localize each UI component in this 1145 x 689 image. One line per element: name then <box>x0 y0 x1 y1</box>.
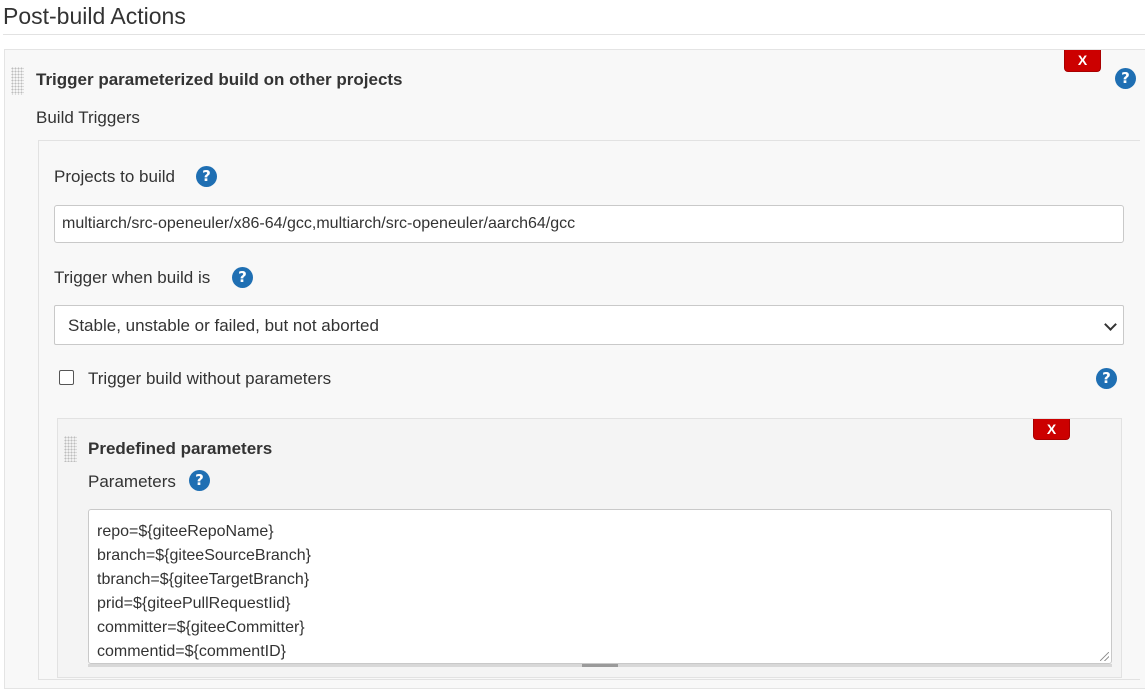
parameter-line: branch=${giteeSourceBranch} <box>97 547 311 564</box>
drag-handle-icon[interactable] <box>64 436 77 462</box>
parameter-line: committer=${giteeCommitter} <box>97 619 305 636</box>
build-triggers-heading: Build Triggers <box>36 108 140 127</box>
parameter-line: prid=${giteePullRequestIid} <box>97 595 291 612</box>
parameter-line: commentid=${commentID} <box>97 643 286 660</box>
trigger-block-help-icon[interactable]: ? <box>1115 68 1136 89</box>
trigger-without-parameters-checkbox[interactable] <box>59 370 74 385</box>
trigger-when-select[interactable]: Stable, unstable or failed, but not abor… <box>54 305 1124 345</box>
trigger-when-label: Trigger when build is <box>54 268 211 287</box>
drag-handle-icon[interactable] <box>11 67 24 95</box>
without-parameters-help-icon[interactable]: ? <box>1096 368 1117 389</box>
parameter-line: repo=${giteeRepoName} <box>97 523 274 540</box>
trigger-block-title: Trigger parameterized build on other pro… <box>36 70 403 89</box>
chevron-down-icon <box>1104 318 1117 331</box>
parameters-help-icon[interactable]: ? <box>189 470 210 491</box>
projects-help-icon[interactable]: ? <box>196 166 217 187</box>
section-divider <box>3 34 1145 35</box>
section-title: Post-build Actions <box>3 3 186 29</box>
delete-predefined-parameters-button[interactable]: X <box>1033 419 1070 440</box>
trigger-without-parameters-label[interactable]: Trigger build without parameters <box>88 369 331 389</box>
trigger-when-help-icon[interactable]: ? <box>232 267 253 288</box>
trigger-when-selected-value: Stable, unstable or failed, but not abor… <box>68 316 379 335</box>
parameters-label: Parameters <box>88 472 176 491</box>
parameter-line: tbranch=${giteeTargetBranch} <box>97 571 310 588</box>
parameters-textarea[interactable]: repo=${giteeRepoName} branch=${giteeSour… <box>88 509 1112 664</box>
projects-to-build-label: Projects to build <box>54 167 175 186</box>
delete-trigger-block-button[interactable]: X <box>1064 50 1101 72</box>
predefined-parameters-title: Predefined parameters <box>88 439 273 458</box>
projects-to-build-input[interactable] <box>54 205 1124 243</box>
resize-grip-icon[interactable] <box>1100 652 1109 661</box>
